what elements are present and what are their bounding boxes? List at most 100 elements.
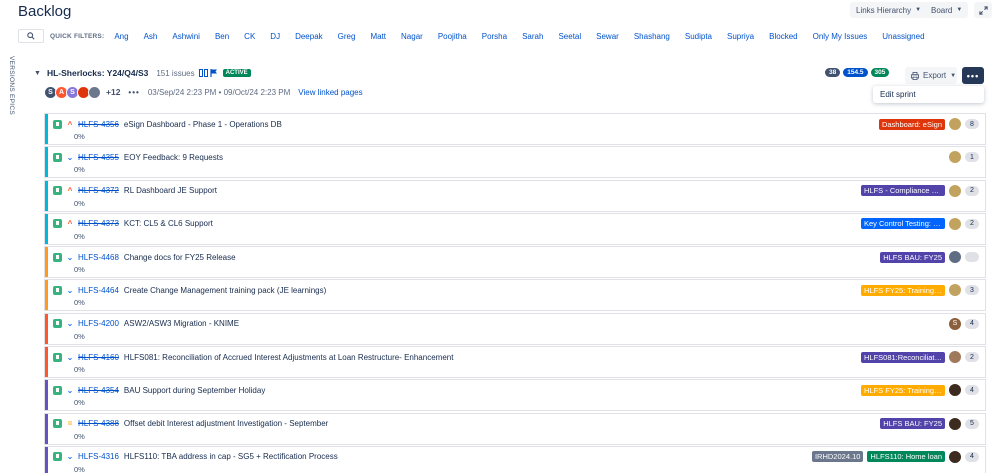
- epic-lozenge[interactable]: Dashboard: eSign: [878, 118, 945, 130]
- quick-filter-ck[interactable]: CK: [244, 32, 255, 41]
- sprint-avatars: SAS: [44, 85, 101, 99]
- issue-row[interactable]: ⌄ HLFS-4464 Create Change Management train…: [44, 279, 986, 312]
- epic-color-bar: [45, 147, 48, 178]
- issue-key[interactable]: HLFS-4464: [78, 286, 119, 295]
- collapse-chevron-icon[interactable]: ▼: [34, 70, 41, 77]
- quick-filter-porsha[interactable]: Porsha: [482, 32, 507, 41]
- quick-filter-unassigned[interactable]: Unassigned: [882, 32, 924, 41]
- epic-lozenge[interactable]: HLFS FY25: Training and Documentation: [861, 284, 945, 296]
- issue-key[interactable]: HLFS-4468: [78, 253, 119, 262]
- issue-meta: S4: [949, 317, 979, 330]
- quick-filter-ang[interactable]: Ang: [114, 32, 128, 41]
- issue-key[interactable]: HLFS-4200: [78, 319, 119, 328]
- quick-filter-blocked[interactable]: Blocked: [769, 32, 797, 41]
- epic-lozenge[interactable]: HLFS081:Reconciliation: [861, 351, 945, 363]
- assignee-avatar[interactable]: [949, 118, 961, 130]
- issue-summary: eSign Dashboard - Phase 1 - Operations D…: [123, 119, 282, 129]
- issue-row[interactable]: ^ HLFS-4356 eSign Dashboard - Phase 1 - Op…: [44, 113, 986, 145]
- quick-filter-ashwini[interactable]: Ashwini: [172, 32, 200, 41]
- quick-filter-sewar[interactable]: Sewar: [596, 32, 619, 41]
- issue-key[interactable]: HLFS-4373: [78, 219, 119, 228]
- quick-filter-list: Ang Ash Ashwini Ben CK DJ Deepak Greg Matt Nagar P…: [114, 32, 939, 41]
- story-points-badge: 2: [965, 185, 979, 196]
- issue-key[interactable]: HLFS-4388: [78, 419, 119, 428]
- issue-row[interactable]: ⌄ HLFS-4200 ASW2/ASW3 Migration - KNIME 0% S…: [44, 312, 986, 345]
- issue-key[interactable]: HLFS-4372: [78, 186, 119, 195]
- quick-filter-only-my-issues[interactable]: Only My Issues: [813, 32, 868, 41]
- issue-row[interactable]: = HLFS-4388 Offset debit Interest adjustme…: [44, 412, 986, 445]
- story-icon: [53, 285, 62, 295]
- quick-filter-supriya[interactable]: Supriya: [727, 32, 754, 41]
- quick-filter-shashang[interactable]: Shashang: [634, 32, 670, 41]
- issue-progress: 0%: [74, 331, 85, 341]
- epic-lozenge[interactable]: HLFS FY25: Training and Documentation: [861, 384, 945, 396]
- story-points-badge: 5: [965, 418, 979, 429]
- quick-filter-nagar[interactable]: Nagar: [401, 32, 423, 41]
- issue-row[interactable]: ⌄ HLFS-4354 BAU Support during September H…: [44, 379, 986, 412]
- view-linked-pages-link[interactable]: View linked pages: [298, 88, 362, 97]
- epic-lozenge[interactable]: Key Control Testing: Support: [861, 218, 945, 230]
- issue-row[interactable]: ⌄ HLFS-4316 HLFS110: TBA address in cap - …: [44, 445, 986, 473]
- epic-lozenge[interactable]: HLFS - Compliance and Risk: [861, 185, 945, 197]
- board-button[interactable]: Board ▼: [925, 2, 969, 18]
- assignee-avatar[interactable]: [949, 184, 961, 197]
- issue-summary: HLFS081: Reconciliation of Accrued Inter…: [123, 352, 454, 362]
- board-view-icon[interactable]: [198, 69, 208, 77]
- assignee-avatar[interactable]: [949, 417, 961, 430]
- issue-key[interactable]: HLFS-4355: [78, 153, 119, 162]
- quick-filter-sudipta[interactable]: Sudipta: [685, 32, 712, 41]
- assignee-avatar[interactable]: [949, 284, 961, 297]
- priority-low-icon: ⌄: [66, 285, 74, 295]
- edit-sprint-menu-item[interactable]: Edit sprint: [880, 90, 916, 99]
- quick-filter-ben[interactable]: Ben: [215, 32, 229, 41]
- links-hierarchy-button[interactable]: Links Hierarchy ▼: [850, 2, 928, 18]
- issue-row[interactable]: ⌄ HLFS-4468 Change docs for FY25 Release 0%…: [44, 246, 986, 279]
- issue-progress: 0%: [74, 365, 85, 375]
- assignee-avatar[interactable]: S: [949, 317, 961, 330]
- quick-filter-matt[interactable]: Matt: [370, 32, 386, 41]
- epics-tab[interactable]: EPICS: [8, 94, 15, 115]
- issue-row[interactable]: ^ HLFS-4372 RL Dashboard JE Support 0% HLFS …: [44, 179, 986, 212]
- sprint-more-button[interactable]: •••: [962, 67, 984, 84]
- epic-lozenge[interactable]: IRHD2024.10: [811, 451, 864, 463]
- epic-lozenge[interactable]: HLFS BAU: FY25: [880, 418, 945, 430]
- issue-key[interactable]: HLFS-4160: [78, 353, 119, 362]
- quick-filter-greg[interactable]: Greg: [338, 32, 356, 41]
- issue-row[interactable]: ⌄ HLFS-4355 EOY Feedback: 9 Requests 0% 1: [44, 146, 986, 179]
- more-people-count[interactable]: +12: [106, 87, 120, 97]
- quick-filter-dj[interactable]: DJ: [270, 32, 280, 41]
- story-icon: [53, 252, 62, 262]
- assignee-avatar[interactable]: [949, 351, 961, 364]
- issue-row[interactable]: ^ HLFS-4373 KCT: CL5 & CL6 Support 0% Key Co…: [44, 212, 986, 245]
- assignee-avatar[interactable]: [949, 384, 961, 397]
- quick-filter-ash[interactable]: Ash: [144, 32, 158, 41]
- more-actions-icon[interactable]: •••: [128, 88, 139, 97]
- issue-summary: ASW2/ASW3 Migration - KNIME: [123, 319, 240, 329]
- story-points-badge: 4: [965, 451, 979, 462]
- issue-meta: HLFS - Compliance and Risk 2: [861, 184, 979, 197]
- assignee-avatar[interactable]: [949, 450, 961, 463]
- issue-meta: Dashboard: eSign 8: [878, 118, 979, 130]
- epic-lozenge[interactable]: HLFS110: Home loan: [867, 451, 945, 463]
- quick-filter-sarah[interactable]: Sarah: [522, 32, 543, 41]
- issue-row[interactable]: ⌄ HLFS-4160 HLFS081: Reconciliation of Acc…: [44, 346, 986, 379]
- export-button[interactable]: Export ▼: [905, 67, 957, 84]
- quick-filter-deepak[interactable]: Deepak: [295, 32, 323, 41]
- issue-key[interactable]: HLFS-4356: [78, 120, 119, 129]
- print-icon: [911, 71, 919, 80]
- assignee-avatar[interactable]: [949, 251, 961, 264]
- quick-filter-seetal[interactable]: Seetal: [558, 32, 581, 41]
- issue-main-line: ⌄ HLFS-4316 HLFS110: TBA address in cap - …: [53, 451, 338, 463]
- avatar[interactable]: [88, 85, 101, 99]
- epic-lozenge[interactable]: HLFS BAU: FY25: [880, 251, 945, 263]
- search-input[interactable]: [18, 29, 44, 43]
- assignee-avatar[interactable]: [949, 151, 961, 164]
- issue-key[interactable]: HLFS-4316: [78, 452, 119, 461]
- fullscreen-button[interactable]: [974, 2, 992, 18]
- issue-key[interactable]: HLFS-4354: [78, 386, 119, 395]
- assignee-avatar[interactable]: [949, 217, 961, 230]
- versions-tab[interactable]: VERSIONS: [8, 56, 15, 92]
- quick-filter-poojitha[interactable]: Poojitha: [438, 32, 467, 41]
- flag-icon[interactable]: [210, 69, 218, 77]
- story-icon: [53, 219, 62, 229]
